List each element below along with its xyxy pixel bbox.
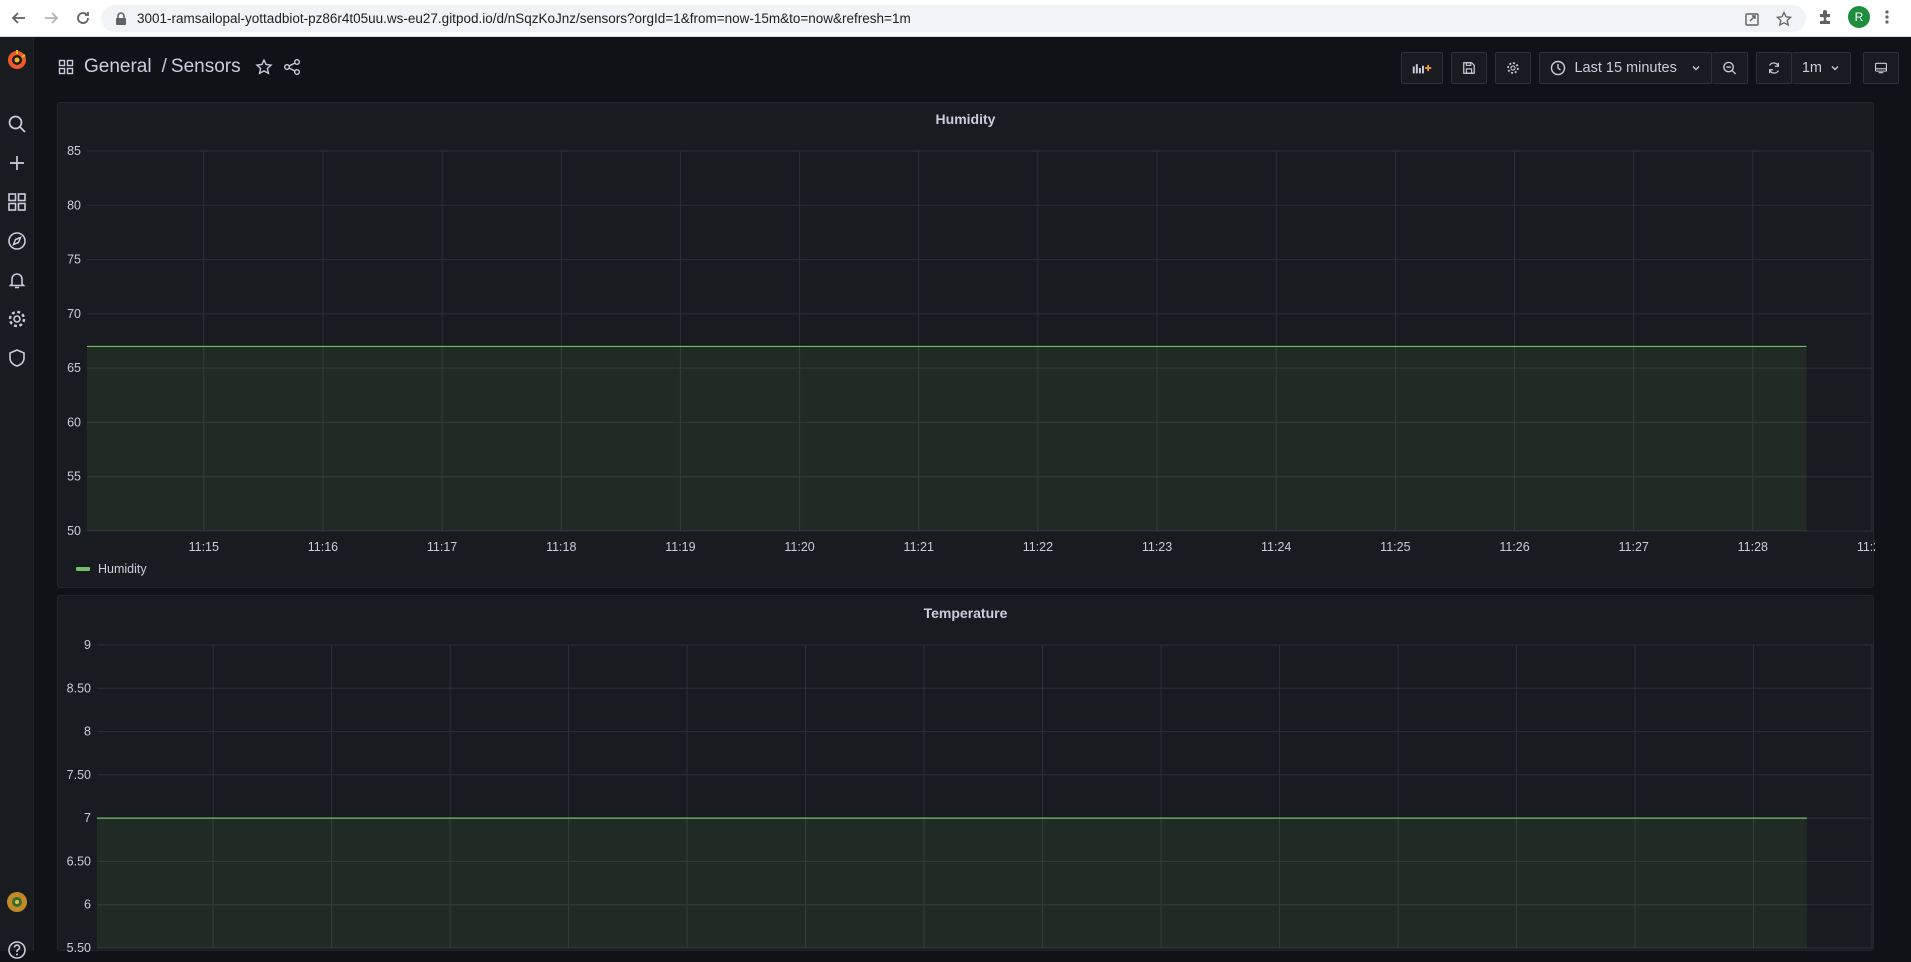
user-avatar[interactable] <box>5 890 29 914</box>
address-bar[interactable]: 3001-ramsailopal-yottadbiot-pz86r4t05uu.… <box>101 5 1806 32</box>
alerting-icon[interactable] <box>5 268 29 292</box>
y-tick-label: 7 <box>84 811 91 825</box>
y-tick-label: 6 <box>84 898 91 912</box>
sidebar <box>0 37 34 959</box>
extensions-icon[interactable] <box>1816 8 1834 26</box>
y-tick-label: 5.50 <box>67 941 91 952</box>
plus-icon[interactable] <box>5 151 29 175</box>
arrow-right-icon <box>45 12 59 24</box>
profile-avatar[interactable]: R <box>1848 6 1870 28</box>
dashboards-grid-icon <box>58 59 74 75</box>
y-tick-label: 75 <box>67 253 81 267</box>
reload-icon <box>77 12 89 24</box>
y-tick-label: 70 <box>67 307 81 321</box>
series-area <box>87 346 1807 531</box>
y-tick-label: 85 <box>67 144 81 158</box>
y-tick-label: 80 <box>67 198 81 212</box>
y-tick-label: 8 <box>84 725 91 739</box>
refresh-interval-label: 1m <box>1801 60 1822 76</box>
breadcrumb: General / Sensors <box>58 56 301 78</box>
chevron-down-icon <box>1831 66 1839 71</box>
x-tick-label: 11:26 <box>1499 540 1529 554</box>
clock-icon <box>1551 60 1566 76</box>
dashboard-navbar: General / Sensors Last 15 minutes 1m <box>34 37 1911 99</box>
gear-icon <box>1507 62 1520 74</box>
panel-humidity[interactable]: Humidity 11:15 11:16 11:17 11:18 11:19 11:20 1… <box>57 102 1875 588</box>
y-tick-label: 6.50 <box>67 854 91 868</box>
add-panel-icon <box>1413 64 1432 74</box>
y-tick-label: 7.50 <box>67 768 91 782</box>
x-tick-label: 11:15 <box>189 540 219 554</box>
time-range-label: Last 15 minutes <box>1574 60 1677 76</box>
refresh-icon <box>1768 62 1779 74</box>
x-tick-label: 11:16 <box>308 540 338 554</box>
refresh-interval-picker[interactable]: 1m <box>1791 52 1851 84</box>
reload-button[interactable] <box>70 5 96 31</box>
share-icon[interactable] <box>283 58 301 76</box>
dashboards-icon[interactable] <box>5 190 29 214</box>
y-tick-label: 50 <box>67 524 81 538</box>
panel-temperature[interactable]: Temperature 5.50 6 6.50 7 7.50 8 8.50 9 <box>57 595 1874 952</box>
url-text: 3001-ramsailopal-yottadbiot-pz86r4t05uu.… <box>137 11 911 26</box>
chevron-down-icon <box>1692 66 1700 71</box>
explore-icon[interactable] <box>5 229 29 253</box>
y-tick-label: 55 <box>67 470 81 484</box>
arrow-left-icon <box>11 12 25 24</box>
dashboard-settings-button[interactable] <box>1495 52 1532 84</box>
grafana-logo[interactable] <box>5 48 29 72</box>
star-icon[interactable] <box>255 58 273 76</box>
time-range-picker[interactable]: Last 15 minutes <box>1539 52 1712 84</box>
bookmark-star-icon[interactable] <box>1776 11 1792 27</box>
zoom-out-button[interactable] <box>1711 52 1748 84</box>
tv-mode-button[interactable] <box>1863 52 1899 84</box>
page-title[interactable]: Sensors <box>171 56 241 78</box>
avatar-icon <box>7 892 27 912</box>
y-tick-label: 65 <box>67 361 81 375</box>
temperature-chart: 5.50 6 6.50 7 7.50 8 8.50 9 <box>67 638 1873 952</box>
x-tick-label: 11:24 <box>1261 540 1291 554</box>
add-panel-button[interactable] <box>1401 52 1444 84</box>
x-tick-label: 11:22 <box>1023 540 1053 554</box>
y-tick-label: 60 <box>67 415 81 429</box>
zoom-out-icon <box>1723 61 1736 75</box>
more-menu-icon[interactable] <box>1884 8 1890 26</box>
x-tick-label: 11:17 <box>427 540 457 554</box>
x-tick-label: 11:25 <box>1380 540 1410 554</box>
legend-swatch <box>76 567 90 571</box>
humidity-chart: 11:15 11:16 11:17 11:18 11:19 11:20 11:21 11:22… <box>67 144 1875 554</box>
browser-toolbar: 3001-ramsailopal-yottadbiot-pz86r4t05uu.… <box>0 0 1911 37</box>
save-dashboard-button[interactable] <box>1451 52 1488 84</box>
legend-humidity[interactable]: Humidity <box>76 562 147 576</box>
forward-button[interactable] <box>38 5 64 31</box>
x-tick-label: 11:20 <box>784 540 814 554</box>
share-page-icon[interactable] <box>1744 11 1760 27</box>
legend-label: Humidity <box>98 562 147 576</box>
x-tick-label: 11:21 <box>904 540 934 554</box>
breadcrumb-folder[interactable]: General <box>84 56 152 78</box>
back-button[interactable] <box>6 5 32 31</box>
help-icon[interactable] <box>5 938 29 962</box>
grafana-logo-icon <box>8 50 26 69</box>
x-tick-label: 11:28 <box>1738 540 1768 554</box>
refresh-button[interactable] <box>1755 52 1792 84</box>
save-icon <box>1463 62 1476 74</box>
search-icon[interactable] <box>5 112 29 136</box>
series-area <box>97 818 1807 948</box>
y-tick-label: 9 <box>84 638 91 652</box>
server-admin-icon[interactable] <box>5 346 29 370</box>
x-tick-label: 11:19 <box>665 540 695 554</box>
x-tick-label: 11:29 <box>1857 540 1875 554</box>
y-tick-label: 8.50 <box>67 681 91 695</box>
x-tick-label: 11:18 <box>546 540 576 554</box>
breadcrumb-separator: / <box>161 56 167 77</box>
x-tick-label: 11:23 <box>1142 540 1172 554</box>
lock-icon <box>116 11 126 25</box>
monitor-icon <box>1875 62 1887 74</box>
configuration-icon[interactable] <box>5 307 29 331</box>
x-tick-label: 11:27 <box>1619 540 1649 554</box>
